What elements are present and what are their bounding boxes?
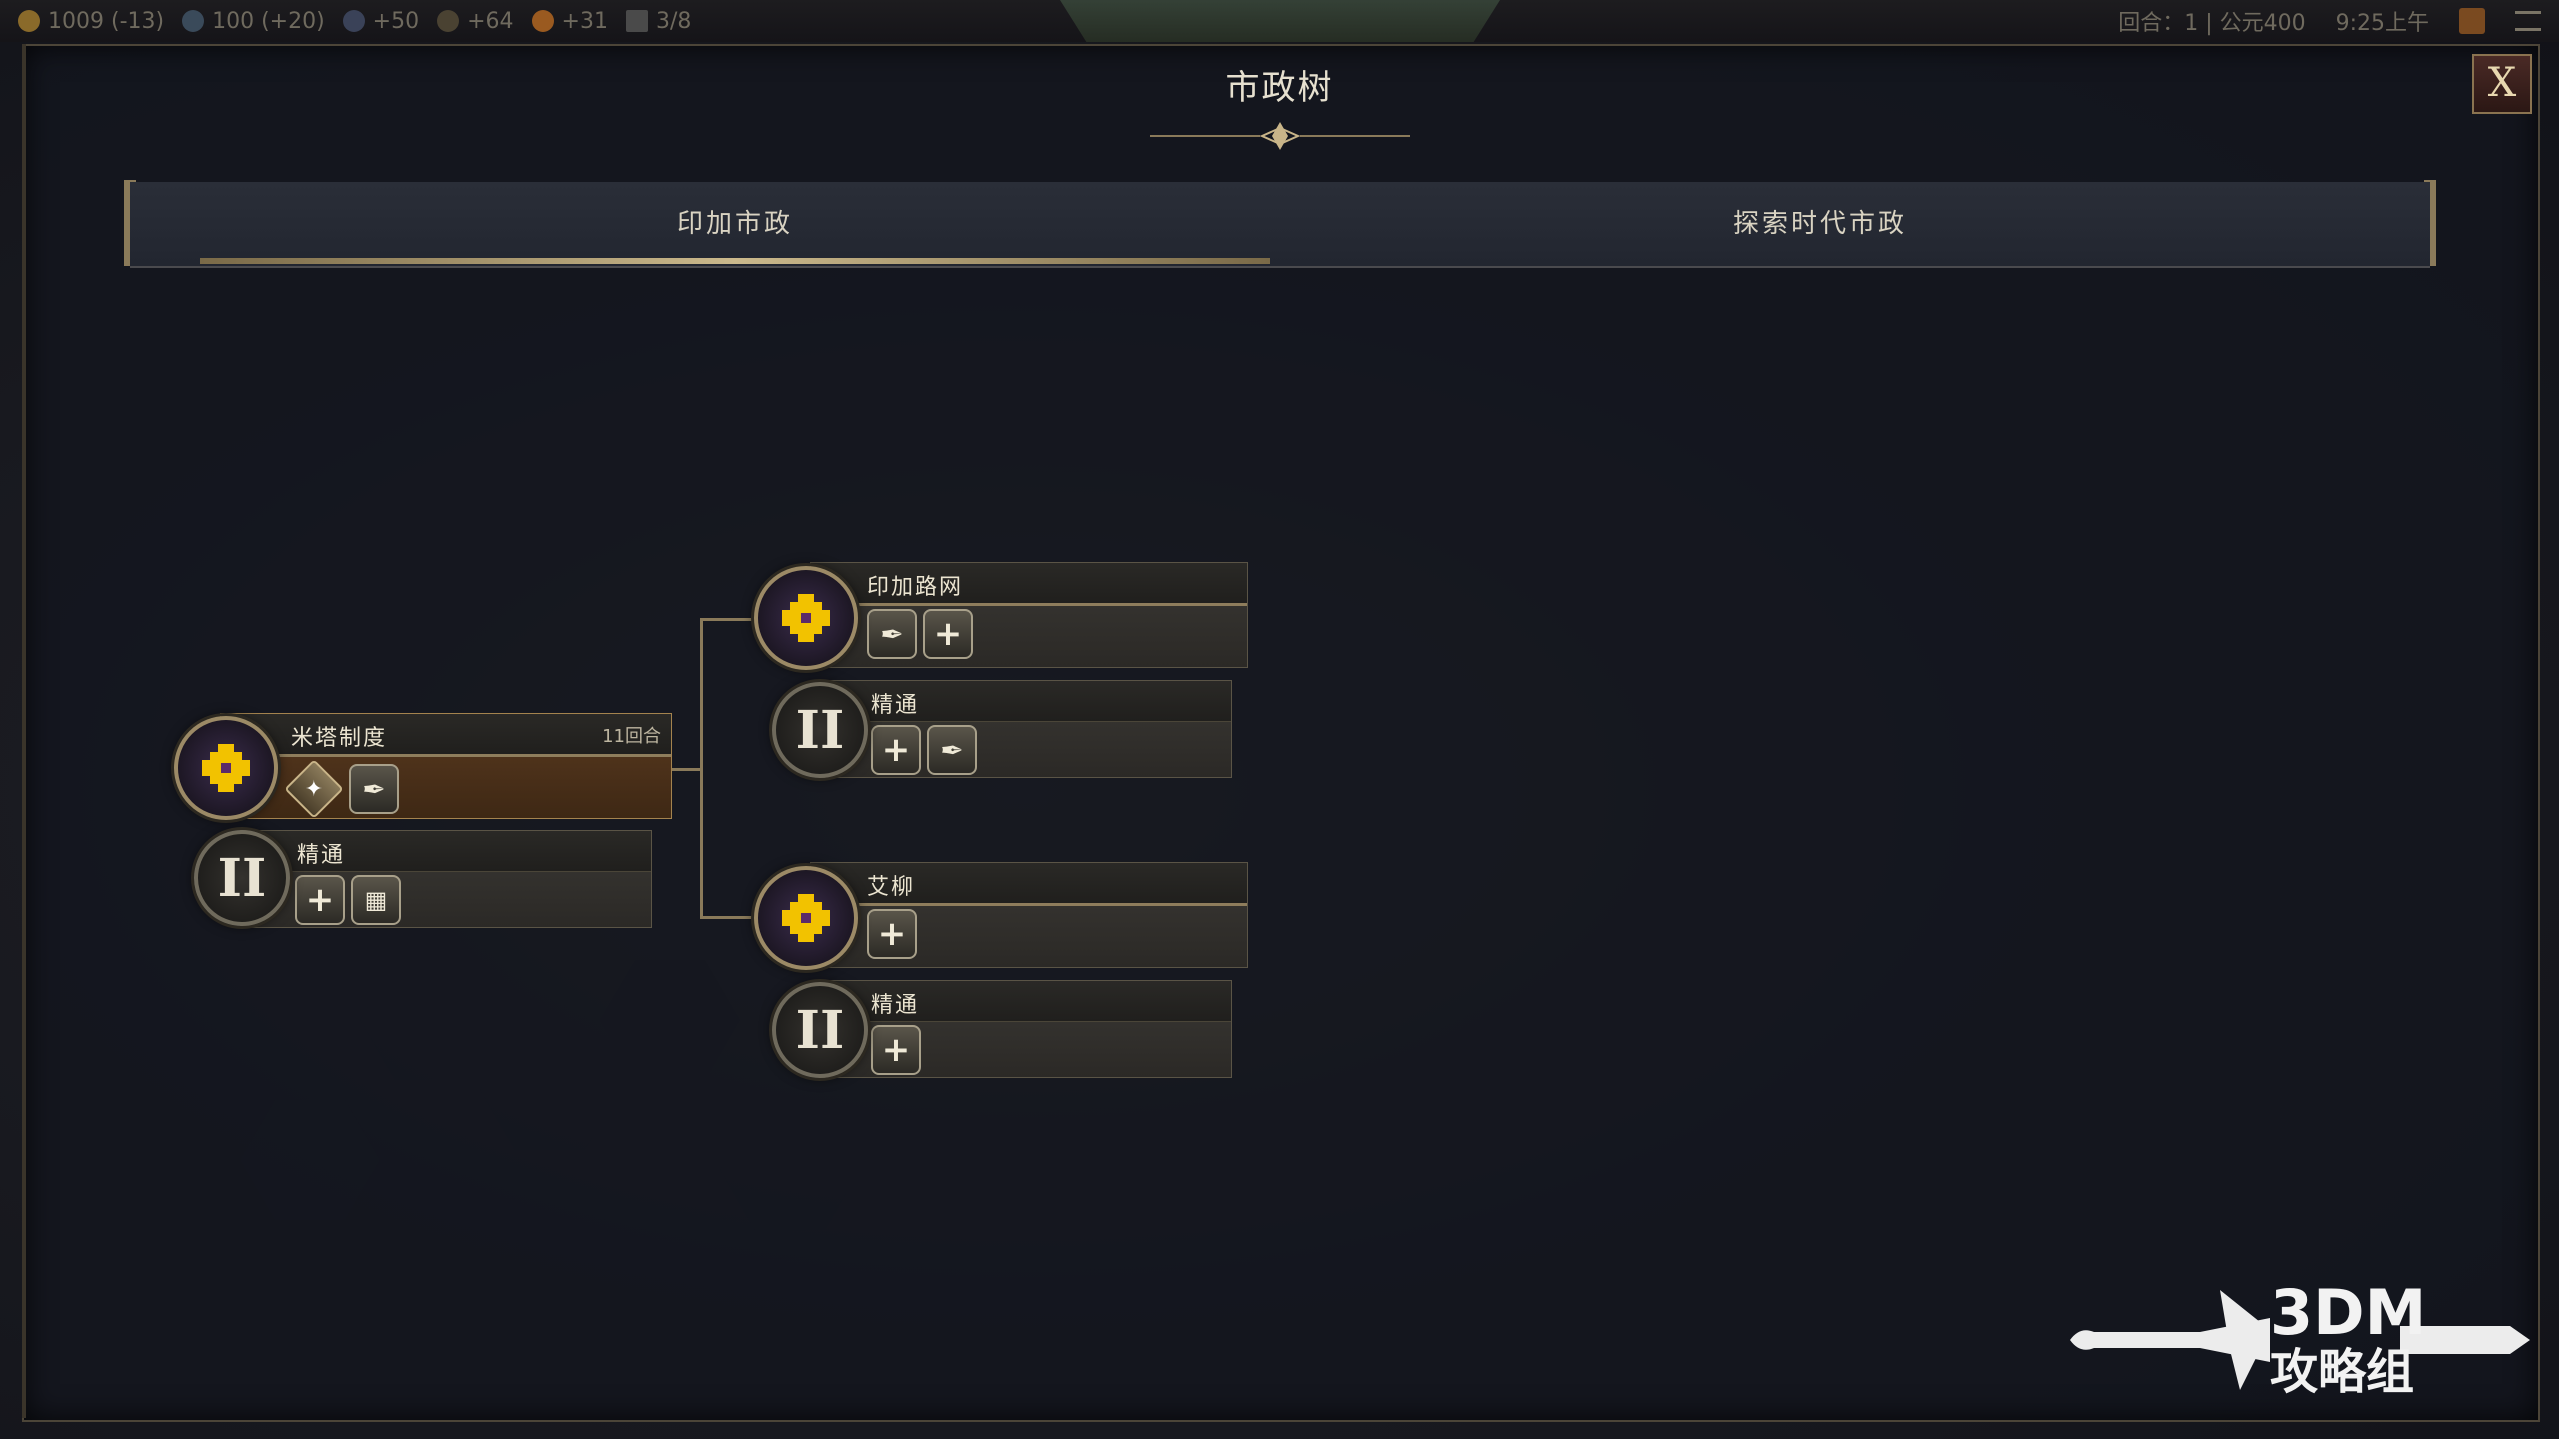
civic-medal [754, 866, 858, 970]
civic-node-ayllu[interactable]: 艾柳 + [810, 862, 1248, 968]
civic-header: 印加路网 [811, 563, 1247, 606]
mastery-label: 精通 [871, 693, 920, 718]
tab-bar: 印加市政 探索时代市政 [130, 182, 2430, 268]
unit-diamond-icon[interactable]: ✦ [284, 759, 344, 819]
watermark-line1: 3DM [2270, 1276, 2427, 1349]
menu-icon[interactable] [2515, 11, 2541, 31]
watermark-line2: 攻略组 [2270, 1344, 2415, 1400]
happiness-resource: +64 [437, 8, 514, 34]
leader-emblem[interactable] [1060, 0, 1500, 42]
civic-medal [754, 566, 858, 670]
plus-icon[interactable]: + [295, 875, 345, 925]
gold-resource: 1009 (-13) [18, 9, 164, 34]
quill-icon[interactable]: ✒ [927, 725, 977, 775]
science-value: 100 (+20) [212, 8, 325, 34]
influence-resource: +31 [531, 8, 608, 34]
inca-sun-icon [782, 894, 830, 942]
settlements-value: 3/8 [655, 8, 692, 34]
active-tab-indicator [200, 258, 1270, 264]
civic-header: 米塔制度 11回合 [221, 714, 671, 757]
title-ornament-icon [1150, 122, 1410, 150]
plus-icon[interactable]: + [923, 609, 973, 659]
mastery-header: 精通 [821, 681, 1231, 722]
mastery-label: 精通 [871, 993, 920, 1018]
settlements-resource: 3/8 [625, 8, 692, 34]
mastery-medal: II [772, 682, 868, 778]
culture-icon [342, 10, 365, 32]
influence-value: +31 [561, 8, 608, 34]
topbar-right: 回合：1 | 公元400 9:25上午 [2118, 0, 2559, 42]
influence-icon [531, 10, 554, 32]
gold-value: 1009 (-13) [48, 8, 165, 34]
inca-sun-icon [202, 744, 250, 792]
resource-bar: 1009 (-13) 100 (+20) +50 +64 +31 3/8 回合：… [0, 0, 2559, 42]
civic-name: 米塔制度 [291, 726, 388, 751]
mastery-header: 精通 [241, 831, 651, 872]
happiness-icon [437, 10, 460, 32]
roman-two-icon: II [795, 999, 845, 1061]
happiness-value: +64 [467, 8, 514, 34]
mastery-node-mita[interactable]: 精通 + ▦ [240, 830, 652, 928]
tree-connector [672, 768, 702, 771]
culture-value: +50 [372, 8, 420, 34]
mastery-label: 精通 [297, 843, 346, 868]
plus-icon[interactable]: + [871, 725, 921, 775]
gold-icon [18, 10, 40, 32]
civic-name: 艾柳 [867, 875, 916, 900]
mastery-node-inca-roads[interactable]: 精通 + ✒ [820, 680, 1232, 778]
science-icon [182, 10, 205, 32]
science-resource: 100 (+20) [182, 9, 325, 34]
culture-resource: +50 [342, 8, 420, 34]
inca-sun-icon [782, 594, 830, 642]
quill-icon[interactable]: ✒ [867, 609, 917, 659]
tree-connector [700, 618, 752, 621]
roman-two-icon: II [795, 699, 845, 761]
mastery-header: 精通 [821, 981, 1231, 1022]
plus-icon[interactable]: + [867, 909, 917, 959]
panel-frame [22, 44, 26, 1418]
civic-node-mita[interactable]: 米塔制度 11回合 ✦ ✒ [220, 713, 672, 819]
mastery-node-ayllu[interactable]: 精通 + [820, 980, 1232, 1078]
watermark-text: 3DM 攻略组 [2270, 1276, 2427, 1401]
civic-medal [174, 716, 278, 820]
roman-two-icon: II [217, 847, 267, 909]
civic-header: 艾柳 [811, 863, 1247, 906]
civic-turns: 11回合 [602, 726, 661, 747]
tree-connector [700, 618, 703, 918]
civic-node-inca-roads[interactable]: 印加路网 ✒ + [810, 562, 1248, 668]
help-icon[interactable] [2459, 8, 2485, 34]
clock-label: 9:25上午 [2335, 11, 2429, 36]
tree-connector [700, 916, 752, 919]
plus-icon[interactable]: + [871, 1025, 921, 1075]
mastery-medal: II [772, 982, 868, 1078]
settlements-icon [625, 10, 648, 32]
quill-icon[interactable]: ✒ [349, 764, 399, 814]
map-tile-icon[interactable]: ▦ [351, 875, 401, 925]
watermark-logo: 3DM 攻略组 [2070, 1270, 2530, 1410]
civic-name: 印加路网 [867, 575, 964, 600]
tab-exploration-civics[interactable]: 探索时代市政 [1270, 182, 2370, 266]
page-title: 市政树 [1225, 68, 1334, 108]
close-button[interactable]: X [2472, 54, 2532, 114]
tab-inca-civics[interactable]: 印加市政 [200, 182, 1270, 266]
turn-label: 回合：1 | 公元400 [2118, 11, 2306, 36]
mastery-medal: II [194, 830, 290, 926]
